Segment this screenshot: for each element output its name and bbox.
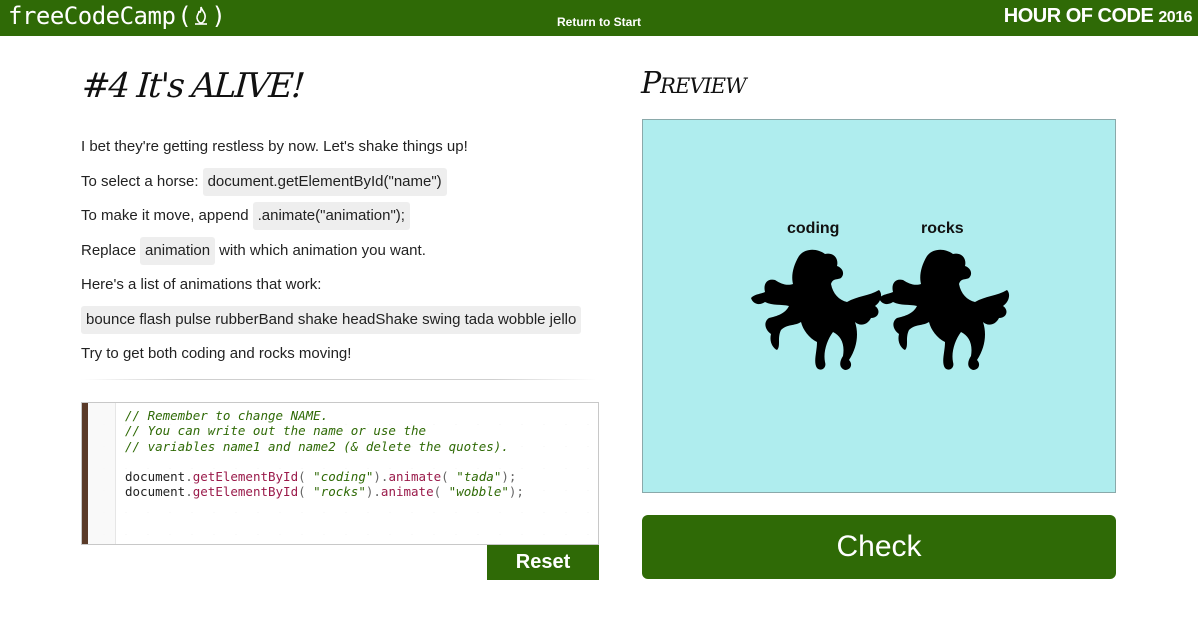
instruction-move: To make it move, append .animate("animat… [81, 199, 601, 234]
horse-label-coding: coding [787, 220, 840, 237]
horse-label-rocks: rocks [921, 220, 964, 237]
event-title: HOUR OF CODE [1003, 5, 1154, 27]
instruction-replace: Replace animation with which animation y… [81, 234, 601, 269]
check-button[interactable]: Check [642, 515, 1116, 579]
code-method: getElementById [192, 469, 299, 485]
select-label: To select a horse: [81, 172, 199, 190]
goal-text: Try to get both coding and rocks moving! [81, 345, 352, 363]
reset-button[interactable]: Reset [487, 545, 599, 580]
event-year: 2016 [1158, 9, 1192, 26]
horse-coding-icon [751, 249, 882, 370]
code-method: getElementById [192, 484, 299, 500]
replace-code: animation [140, 236, 216, 265]
code-content[interactable]: // Remember to change NAME. // You can w… [125, 408, 524, 500]
instruction-intro: I bet they're getting restless by now. L… [81, 130, 601, 165]
list-label: Here's a list of animations that work: [81, 276, 322, 294]
replace-suffix: with which animation you want. [219, 241, 426, 259]
code-comment-line: // Remember to change NAME. [125, 408, 329, 423]
lesson-title: #4 It's ALIVE! [80, 66, 305, 106]
code-string: "coding" [313, 469, 374, 485]
move-label: To make it move, append [81, 207, 249, 225]
preview-panel: coding rocks [642, 119, 1116, 493]
code-string: "tada" [456, 469, 502, 485]
divider [81, 379, 596, 380]
code-object: document [125, 469, 186, 485]
code-string: "rocks" [313, 484, 366, 500]
code-method: animate [380, 484, 434, 500]
instructions: I bet they're getting restless by now. L… [81, 130, 601, 372]
preview-title: Preview [641, 66, 747, 101]
code-object: document [125, 484, 186, 500]
horse-rocks-icon [879, 249, 1010, 370]
code-editor[interactable]: // Remember to change NAME. // You can w… [81, 402, 599, 545]
instruction-select: To select a horse: document.getElementBy… [81, 165, 601, 200]
code-comment-line: // You can write out the name or use the [125, 423, 427, 439]
instruction-list: Here's a list of animations that work: [81, 268, 601, 303]
move-code: .animate("animation"); [252, 202, 410, 231]
intro-text: I bet they're getting restless by now. L… [81, 138, 468, 156]
code-comment-line: // variables name1 and name2 (& delete t… [125, 438, 509, 454]
code-method: animate [388, 469, 442, 485]
top-navbar: freeCodeCamp ( ) Return to Start HOUR OF… [0, 0, 1198, 36]
animations-list: bounce flash pulse rubberBand shake head… [81, 305, 582, 334]
select-code: document.getElementById("name") [202, 167, 447, 196]
hour-of-code-badge: HOUR OF CODE 2016 [1003, 5, 1193, 28]
editor-gutter [88, 403, 116, 544]
instruction-goal: Try to get both coding and rocks moving! [81, 337, 601, 372]
instruction-animations: bounce flash pulse rubberBand shake head… [81, 303, 601, 338]
code-string: "wobble" [448, 484, 509, 500]
replace-label: Replace [81, 241, 137, 259]
